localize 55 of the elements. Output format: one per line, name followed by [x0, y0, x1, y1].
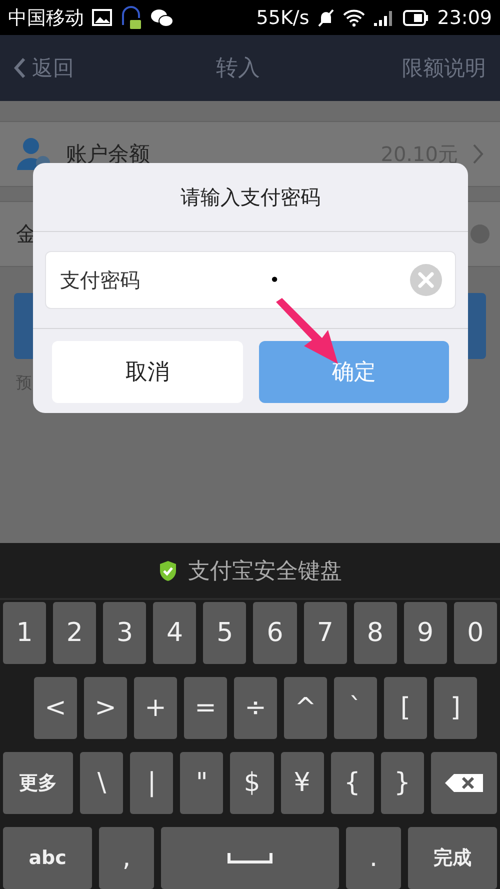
keyboard-key[interactable]: abc: [3, 827, 92, 889]
field-label: 支付密码: [60, 266, 140, 294]
keyboard-key[interactable]: |: [130, 752, 174, 814]
keyboard-key[interactable]: 0: [454, 602, 497, 664]
keyboard-key[interactable]: 2: [53, 602, 96, 664]
keyboard-key[interactable]: 4: [153, 602, 196, 664]
keyboard-key[interactable]: ÷: [234, 677, 277, 739]
keyboard-key[interactable]: [: [384, 677, 427, 739]
wifi-icon: [343, 8, 366, 26]
keyboard-key[interactable]: 完成: [408, 827, 497, 889]
keyboard-key[interactable]: \: [80, 752, 124, 814]
keyboard-key[interactable]: 8: [354, 602, 397, 664]
limit-info-link[interactable]: 限额说明: [402, 54, 486, 82]
network-speed: 55K/s: [256, 6, 310, 28]
carrier-name: 中国移动: [8, 6, 84, 30]
keyboard-key[interactable]: 3: [103, 602, 146, 664]
keyboard-key[interactable]: ": [180, 752, 224, 814]
keyboard-key[interactable]: 5: [203, 602, 246, 664]
image-icon: [92, 9, 112, 26]
password-field[interactable]: 支付密码 •: [45, 251, 456, 309]
keyboard-key[interactable]: `: [334, 677, 377, 739]
back-button[interactable]: 返回: [14, 54, 74, 82]
keyboard-key[interactable]: ]: [434, 677, 477, 739]
password-value: •: [268, 270, 281, 290]
muted-bell-icon: [317, 8, 336, 26]
keyboard-key[interactable]: 1: [3, 602, 46, 664]
backspace-icon: [444, 773, 484, 793]
keyboard-key[interactable]: .: [346, 827, 401, 889]
keyboard-key[interactable]: 7: [304, 602, 347, 664]
dialog-title: 请输入支付密码: [33, 163, 468, 232]
keyboard-key[interactable]: =: [184, 677, 227, 739]
keyboard-key[interactable]: <: [34, 677, 77, 739]
keyboard-key[interactable]: {: [330, 752, 374, 814]
chevron-left-icon: [14, 57, 26, 79]
keyboard-key[interactable]: ¥: [280, 752, 324, 814]
keyboard-title: 支付宝安全键盘: [188, 558, 342, 586]
keyboard-key[interactable]: ^: [284, 677, 327, 739]
keyboard-key[interactable]: 9: [404, 602, 447, 664]
space-key[interactable]: [160, 827, 340, 889]
clock-time: 23:09: [437, 6, 492, 28]
keyboard-key[interactable]: +: [134, 677, 177, 739]
chevron-right-icon: [472, 143, 484, 165]
backspace-key[interactable]: [430, 752, 497, 814]
keyboard-key[interactable]: $: [230, 752, 274, 814]
page-title: 转入: [215, 55, 261, 83]
shield-check-icon: [158, 560, 178, 582]
keyboard-key[interactable]: 更多: [3, 752, 74, 814]
chat-bubbles-icon: [150, 8, 174, 28]
space-bar-icon: [227, 852, 273, 864]
keyboard-key[interactable]: >: [84, 677, 127, 739]
keyboard-key[interactable]: ,: [99, 827, 154, 889]
keyboard-key[interactable]: }: [380, 752, 424, 814]
keyboard-key[interactable]: 6: [253, 602, 297, 664]
battery-icon: [403, 10, 430, 26]
cancel-button[interactable]: 取消: [52, 341, 242, 403]
